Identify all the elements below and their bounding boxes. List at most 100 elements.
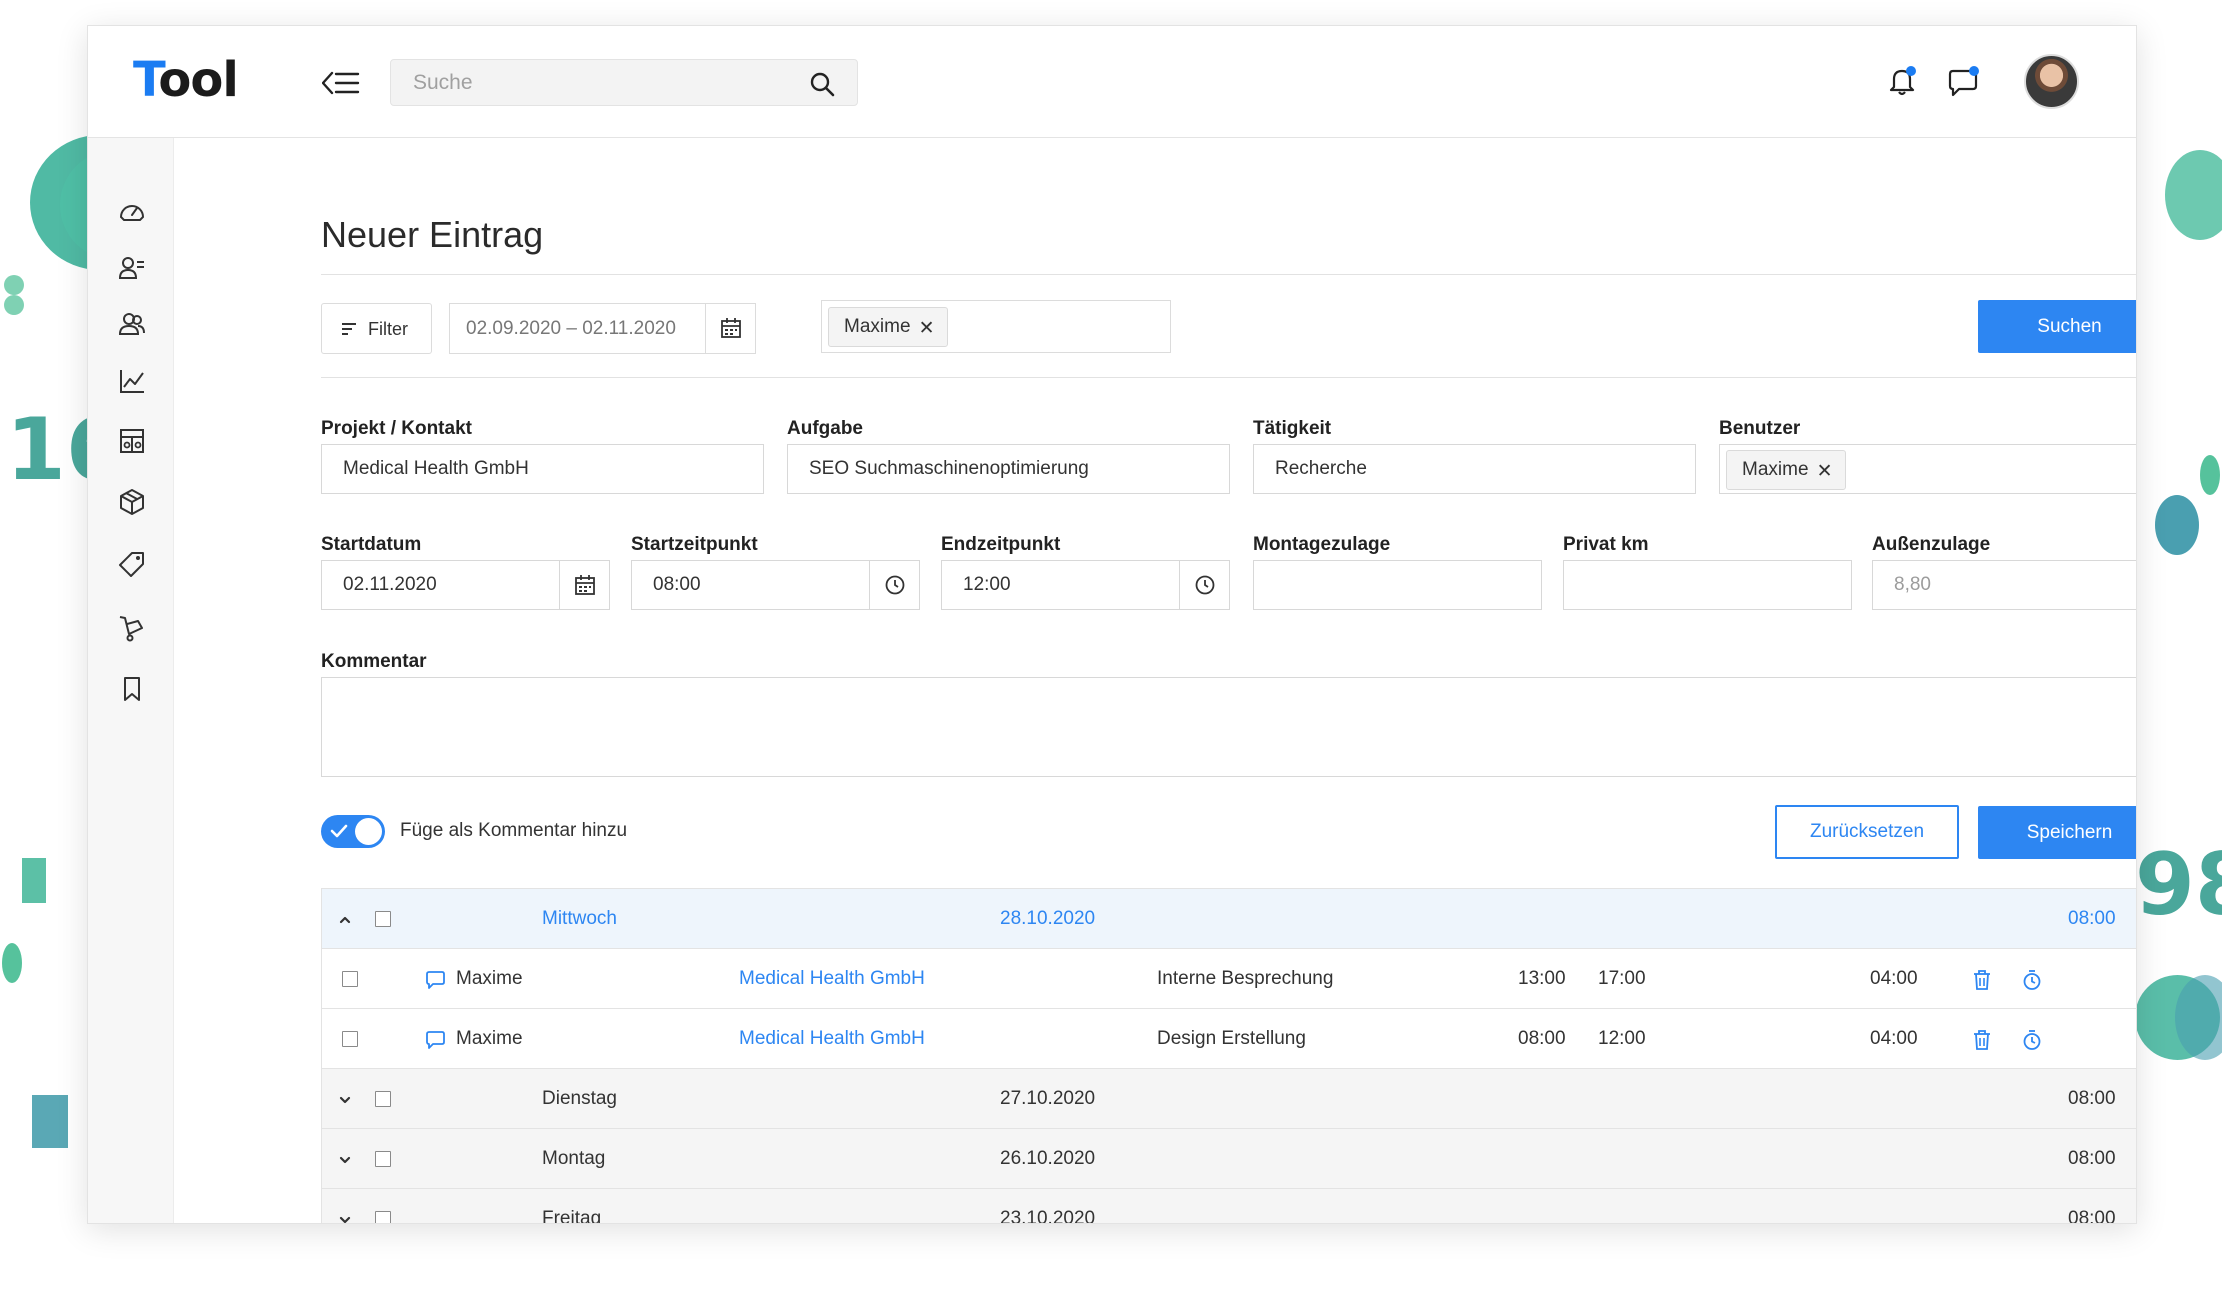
entry-start: 08:00	[1518, 1028, 1566, 1049]
startzeit-field[interactable]: 08:00	[631, 560, 920, 610]
taetigkeit-value: Recherche	[1275, 458, 1367, 479]
row-checkbox[interactable]	[375, 1091, 391, 1107]
privat-label: Privat km	[1563, 534, 1649, 555]
entry-end: 12:00	[1598, 1028, 1646, 1049]
user-filter-field[interactable]: Maxime ✕	[821, 300, 1171, 353]
search-input[interactable]	[413, 68, 793, 98]
calendar-icon	[721, 318, 741, 338]
date-range-calendar-button[interactable]	[705, 304, 755, 353]
chart-icon[interactable]	[118, 367, 146, 395]
avatar[interactable]	[2024, 54, 2079, 109]
day-group-row[interactable]: Mittwoch 28.10.2020 08:00	[322, 889, 2136, 949]
comment-toggle[interactable]	[321, 815, 385, 848]
benutzer-field[interactable]: Maxime ✕	[1719, 444, 2136, 494]
menu-collapse-icon[interactable]	[322, 68, 360, 98]
taetigkeit-field[interactable]: Recherche	[1253, 444, 1696, 494]
startdatum-value: 02.11.2020	[343, 574, 437, 595]
startzeit-clock-button[interactable]	[869, 561, 919, 609]
entry-project[interactable]: Medical Health GmbH	[739, 1028, 925, 1050]
row-checkbox[interactable]	[342, 1031, 358, 1047]
table-row[interactable]: Maxime Medical Health GmbH Design Erstel…	[322, 1009, 2136, 1069]
grid-icon[interactable]	[118, 427, 146, 455]
day-group-row[interactable]: Montag 26.10.2020 08:00	[322, 1129, 2136, 1189]
calendar-icon	[575, 575, 595, 595]
entries-table: Mittwoch 28.10.2020 08:00 Maxime Medical…	[321, 888, 2136, 1224]
group-date: 27.10.2020	[1000, 1088, 1096, 1109]
check-icon	[330, 824, 348, 838]
message-dot	[1969, 66, 1979, 76]
startdatum-calendar-button[interactable]	[559, 561, 609, 609]
day-group-row[interactable]: Freitag 23.10.2020 08:00	[322, 1189, 2136, 1224]
endzeit-value: 12:00	[963, 574, 1011, 595]
entry-end: 17:00	[1598, 968, 1646, 989]
cart-icon[interactable]	[118, 614, 146, 642]
group-total: 08:00	[2068, 908, 2116, 929]
sidebar	[88, 138, 174, 1223]
remove-chip-icon[interactable]: ✕	[919, 317, 935, 340]
timer-icon[interactable]	[2021, 969, 2043, 991]
trash-icon[interactable]	[1971, 1029, 1993, 1051]
aufgabe-field[interactable]: SEO Suchmaschinenoptimierung	[787, 444, 1230, 494]
comment-icon[interactable]	[424, 969, 446, 991]
group-day[interactable]: Montag	[542, 1148, 605, 1170]
divider	[321, 274, 2136, 275]
privat-km-field[interactable]	[1563, 560, 1852, 610]
startzeit-label: Startzeitpunkt	[631, 534, 758, 555]
entry-duration: 04:00	[1870, 1028, 1918, 1049]
remove-chip-icon[interactable]: ✕	[1817, 460, 1833, 483]
chevron-down-icon[interactable]	[338, 1213, 352, 1224]
dashboard-icon[interactable]	[118, 198, 146, 226]
toggle-label: Füge als Kommentar hinzu	[400, 820, 628, 841]
timer-icon[interactable]	[2021, 1029, 2043, 1051]
clock-icon	[1195, 575, 1215, 595]
app-logo[interactable]: Tool	[133, 52, 239, 108]
endzeit-clock-button[interactable]	[1179, 561, 1229, 609]
benutzer-label: Benutzer	[1719, 418, 1801, 439]
search-submit-button[interactable]: Suchen	[1978, 300, 2136, 353]
bookmark-icon[interactable]	[118, 675, 146, 703]
chevron-up-icon[interactable]	[338, 913, 352, 927]
row-checkbox[interactable]	[342, 971, 358, 987]
day-group-row[interactable]: Dienstag 27.10.2020 08:00	[322, 1069, 2136, 1129]
row-checkbox[interactable]	[375, 1211, 391, 1223]
benutzer-chip: Maxime ✕	[1726, 450, 1846, 490]
benutzer-chip-label: Maxime	[1742, 459, 1809, 480]
projekt-value: Medical Health GmbH	[343, 458, 529, 479]
tag-icon[interactable]	[118, 550, 146, 578]
users-icon[interactable]	[118, 310, 146, 338]
user-filter-chip: Maxime ✕	[828, 307, 948, 347]
entry-start: 13:00	[1518, 968, 1566, 989]
projekt-field[interactable]: Medical Health GmbH	[321, 444, 764, 494]
chevron-down-icon[interactable]	[338, 1153, 352, 1167]
group-day[interactable]: Freitag	[542, 1208, 601, 1223]
search-icon[interactable]	[809, 71, 835, 97]
startdatum-field[interactable]: 02.11.2020	[321, 560, 610, 610]
kommentar-textarea[interactable]	[321, 677, 2136, 777]
package-icon[interactable]	[118, 488, 146, 516]
main-content: Neuer Eintrag Filter 02.09.2020 – 02.11.…	[174, 138, 2136, 1224]
aussen-field[interactable]: 8,80	[1872, 560, 2136, 610]
save-button[interactable]: Speichern	[1978, 806, 2136, 859]
filter-button[interactable]: Filter	[321, 303, 432, 354]
entry-duration: 04:00	[1870, 968, 1918, 989]
endzeit-field[interactable]: 12:00	[941, 560, 1230, 610]
chevron-down-icon[interactable]	[338, 1093, 352, 1107]
group-day[interactable]: Dienstag	[542, 1088, 617, 1110]
reset-button[interactable]: Zurücksetzen	[1775, 805, 1959, 859]
filter-label: Filter	[368, 319, 408, 339]
divider	[321, 377, 2136, 378]
date-range-field[interactable]: 02.09.2020 – 02.11.2020	[449, 303, 756, 354]
row-checkbox[interactable]	[375, 1151, 391, 1167]
row-checkbox[interactable]	[375, 911, 391, 927]
comment-icon[interactable]	[424, 1029, 446, 1051]
entry-activity: Design Erstellung	[1157, 1028, 1306, 1049]
group-day[interactable]: Mittwoch	[542, 908, 617, 930]
table-row[interactable]: Maxime Medical Health GmbH Interne Bespr…	[322, 949, 2136, 1009]
entry-user: Maxime	[456, 968, 523, 989]
aufgabe-label: Aufgabe	[787, 418, 863, 439]
montage-field[interactable]	[1253, 560, 1542, 610]
aussen-label: Außenzulage	[1872, 534, 1991, 555]
contacts-icon[interactable]	[118, 254, 146, 282]
trash-icon[interactable]	[1971, 969, 1993, 991]
entry-project[interactable]: Medical Health GmbH	[739, 968, 925, 990]
